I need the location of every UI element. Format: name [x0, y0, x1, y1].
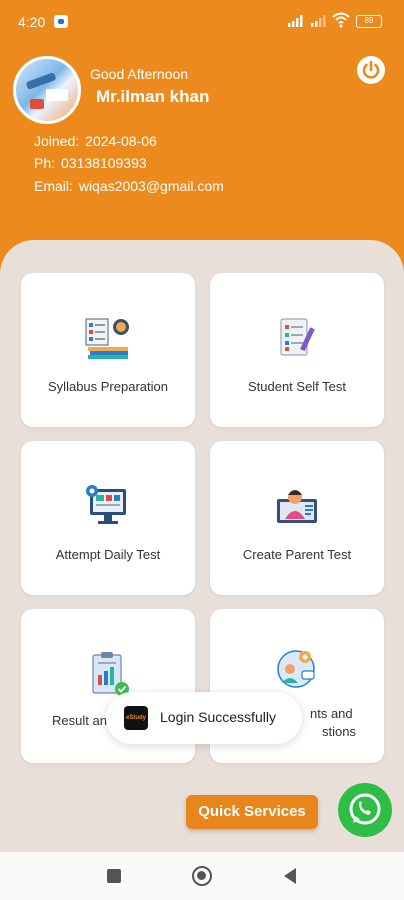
- complaints-label-line1: nts and: [310, 706, 353, 721]
- back-button[interactable]: [284, 868, 296, 884]
- status-time: 4:20: [18, 14, 46, 30]
- joined-value: 2024-08-06: [85, 133, 157, 149]
- battery-icon: 89: [356, 15, 382, 28]
- whatsapp-icon: [349, 793, 381, 825]
- status-bar: 4:20 89: [0, 0, 404, 44]
- student-self-test-card[interactable]: Student Self Test: [210, 273, 384, 427]
- quick-services-button[interactable]: Quick Services: [186, 795, 318, 829]
- complaints-label-line2: stions: [322, 724, 356, 739]
- email-value: wiqas2003@gmail.com: [78, 178, 224, 194]
- toast-text: Login Successfully: [160, 709, 276, 725]
- feedback-thumbs-icon: [277, 650, 315, 688]
- user-name: Mr.ilman khan: [96, 87, 210, 106]
- greeting-text: Good Afternoon: [90, 66, 189, 82]
- attempt-daily-test-card[interactable]: Attempt Daily Test: [21, 441, 195, 595]
- system-nav-bar: [0, 852, 404, 900]
- student-self-test-label: Student Self Test: [247, 379, 347, 394]
- parent-laptop-icon: [277, 490, 317, 523]
- email-row: Email: wiqas2003@gmail.com: [34, 178, 224, 194]
- message-notification-icon: [54, 15, 68, 28]
- whatsapp-button[interactable]: [338, 783, 392, 837]
- phone-row: Ph: 03138109393: [34, 155, 147, 171]
- joined-row: Joined: 2024-08-06: [34, 133, 157, 149]
- books-globe-icon: [85, 318, 129, 359]
- phone-label: Ph:: [34, 155, 56, 171]
- power-icon: [362, 60, 380, 79]
- create-parent-test-label: Create Parent Test: [242, 547, 352, 562]
- syllabus-preparation-card[interactable]: Syllabus Preparation: [21, 273, 195, 427]
- power-logout-button[interactable]: [357, 56, 385, 84]
- phone-value: 03138109393: [61, 155, 147, 171]
- joined-label: Joined:: [34, 133, 80, 149]
- monitor-gear-icon: [86, 485, 126, 524]
- signal-icon-2: [311, 15, 326, 27]
- home-button[interactable]: [192, 866, 212, 886]
- result-reports-label: Result an: [52, 713, 107, 728]
- syllabus-preparation-label: Syllabus Preparation: [48, 379, 168, 394]
- checklist-pencil-icon: [280, 318, 315, 356]
- login-success-toast: eStudy Login Successfully: [106, 692, 302, 744]
- create-parent-test-card[interactable]: Create Parent Test: [210, 441, 384, 595]
- avatar[interactable]: [13, 56, 81, 124]
- wifi-icon: [332, 12, 350, 28]
- recent-apps-button[interactable]: [107, 869, 121, 883]
- email-label: Email:: [34, 178, 73, 194]
- attempt-daily-test-label: Attempt Daily Test: [55, 547, 161, 562]
- clipboard-chart-icon: [92, 652, 129, 696]
- signal-icon: [288, 15, 303, 27]
- app-logo-icon: eStudy: [124, 706, 148, 730]
